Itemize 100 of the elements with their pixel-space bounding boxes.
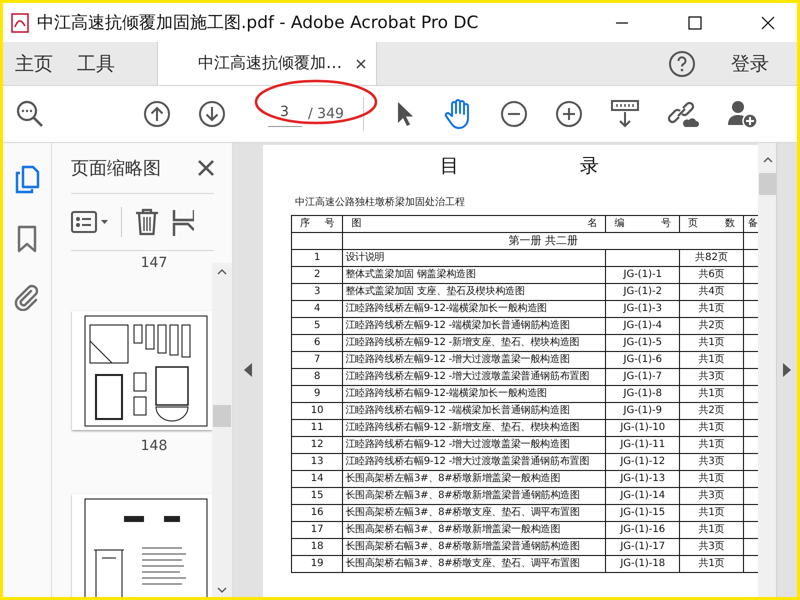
section-title: 第一册 共二册 (342, 232, 744, 250)
table-cell: JG-(1)-1 (606, 266, 680, 284)
table-cell: 江睦路跨线桥左幅9-12 -新增支座、垫石、楔块构造图 (342, 334, 606, 352)
previous-page-icon[interactable] (143, 100, 171, 128)
document-tab[interactable]: 中江高速抗倾覆加… (157, 42, 377, 85)
table-cell: 共1页 (680, 556, 744, 572)
window-title: 中江高速抗倾覆加固施工图.pdf - Adobe Acrobat Pro DC (37, 12, 478, 34)
scroll-down-icon[interactable] (217, 587, 227, 593)
scroll-up-icon[interactable] (217, 269, 227, 275)
expand-arrow-icon[interactable] (783, 363, 791, 377)
close-icon[interactable] (761, 16, 775, 30)
nav-tab[interactable]: 主页 (3, 42, 65, 85)
table-cell: JG-(1)-17 (606, 538, 680, 556)
page-thumbnail[interactable] (72, 311, 212, 430)
ruler-arrow-icon[interactable] (610, 99, 640, 129)
table-cell: JG-(1)-3 (606, 300, 680, 318)
search-icon[interactable] (15, 99, 45, 129)
table-cell: JG-(1)-6 (606, 352, 680, 368)
table-cell: JG-(1)-18 (606, 556, 680, 572)
sign-in-link[interactable]: 登录 (731, 50, 769, 76)
table-cell: 共1页 (680, 352, 744, 368)
table-cell: JG-(1)-4 (606, 318, 680, 334)
table-cell: JG-(1)-7 (606, 368, 680, 386)
table-cell: 17 (292, 522, 343, 538)
table-cell: JG-(1)-13 (606, 470, 680, 488)
table-cell: JG-(1)-14 (606, 488, 680, 504)
table-cell: 11 (292, 420, 343, 436)
bookmark-icon[interactable] (17, 225, 37, 253)
table-cell: 江睦路跨线桥右幅9-12 -新增支座、垫石、楔块构造图 (342, 420, 606, 436)
table-cell: JG-(1)-2 (606, 284, 680, 300)
table-cell: 共1页 (680, 522, 744, 538)
table-cell: 7 (292, 352, 343, 368)
table-cell: JG-(1)-10 (606, 420, 680, 436)
next-page-icon[interactable] (198, 100, 226, 128)
table-cell: 江睦路跨线桥左幅9-12 -增大过渡墩盖梁普通钢筋布置图 (342, 368, 606, 386)
table-cell: 共82页 (680, 250, 744, 266)
crop-page-icon[interactable] (172, 208, 194, 236)
table-cell: 江睦路跨线桥右幅9-12 -增大过渡墩盖梁普通钢筋布置图 (342, 454, 606, 470)
pages-icon[interactable] (14, 165, 40, 195)
table-cell: 共1页 (680, 504, 744, 522)
table-cell: 共1页 (680, 334, 744, 352)
paperclip-icon[interactable] (14, 283, 40, 311)
table-cell: 长围高架桥左幅3#、8#桥墩支座、垫石、调平布置图 (342, 504, 606, 522)
table-cell: 长围高架桥右幅3#、8#桥墩新增盖梁普通钢筋构造图 (342, 538, 606, 556)
zoom-out-icon[interactable] (500, 100, 528, 128)
table-cell: 15 (292, 488, 343, 504)
project-title: 中江高速公路独柱墩桥梁加固处治工程 (295, 196, 466, 209)
scrollbar-thumb[interactable] (759, 173, 776, 195)
help-icon[interactable] (668, 50, 696, 78)
table-cell: 3 (292, 284, 343, 300)
table-cell: 江睦路跨线桥右幅9-12 -增大过渡墩盖梁一般构造图 (342, 436, 606, 454)
table-cell: 共6页 (680, 266, 744, 284)
table-cell: 共3页 (680, 454, 744, 470)
table-cell: 整体式盖梁加固 钢盖梁构造图 (342, 266, 606, 284)
zoom-in-icon[interactable] (555, 100, 583, 128)
table-cell: 江睦路跨线桥右幅9-12-端横梁加长一般构造图 (342, 386, 606, 402)
table-cell: 4 (292, 300, 343, 318)
table-cell: 长围高架桥左幅3#、8#桥墩新增盖梁普通钢筋构造图 (342, 488, 606, 504)
table-cell: 江睦路跨线桥左幅9-12-端横梁加长一般构造图 (342, 300, 606, 318)
close-icon[interactable] (198, 160, 214, 176)
page-total: / 349 (308, 106, 344, 122)
table-cell: 8 (292, 368, 343, 386)
table-cell: 共2页 (680, 402, 744, 420)
table-cell: 共1页 (680, 420, 744, 436)
link-cloud-icon[interactable] (667, 99, 699, 129)
table-cell: 共3页 (680, 368, 744, 386)
thumbnail-options-icon[interactable] (71, 210, 109, 234)
table-cell: 整体式盖梁加固 支座、垫石及楔块构造图 (342, 284, 606, 300)
table-cell: 12 (292, 436, 343, 454)
table-cell: 18 (292, 538, 343, 556)
table-cell: 设计说明 (342, 250, 606, 266)
table-cell: 共3页 (680, 538, 744, 556)
column-header: 页 数 (680, 216, 744, 232)
table-cell: 16 (292, 504, 343, 522)
page-number-label: 148 (140, 438, 168, 454)
add-user-icon[interactable] (726, 99, 758, 129)
table-cell: 长围高架桥左幅3#、8#桥墩新增盖梁一般构造图 (342, 470, 606, 488)
document-tab-label: 中江高速抗倾覆加… (198, 53, 342, 74)
nav-tab[interactable]: 工具 (65, 42, 127, 85)
pdf-file-icon (11, 12, 29, 32)
document-heading: 目 录 (438, 154, 600, 179)
maximize-icon[interactable] (688, 16, 702, 30)
scrollbar-thumb[interactable] (213, 405, 231, 427)
collapse-arrow-icon[interactable] (244, 363, 252, 377)
table-cell: JG-(1)-15 (606, 504, 680, 522)
table-cell: 共2页 (680, 318, 744, 334)
table-cell: 江睦路跨线桥左幅9-12 -端横梁加长普通钢筋构造图 (342, 318, 606, 334)
thumbnail-scrollbar[interactable] (212, 263, 232, 597)
column-header: 编 号 (606, 216, 680, 232)
panel-title: 页面缩略图 (71, 157, 161, 180)
table-cell: 江睦路跨线桥右幅9-12 -端横梁加长普通钢筋构造图 (342, 402, 606, 420)
table-cell: JG-(1)-8 (606, 386, 680, 402)
table-cell: 13 (292, 454, 343, 470)
scroll-up-icon[interactable] (763, 157, 773, 163)
table-cell: 19 (292, 556, 343, 572)
close-icon[interactable] (356, 58, 366, 68)
document-scrollbar[interactable] (758, 143, 776, 597)
trash-icon[interactable] (134, 208, 160, 236)
table-cell: 6 (292, 334, 343, 352)
page-number-field[interactable]: 3 (268, 102, 302, 126)
